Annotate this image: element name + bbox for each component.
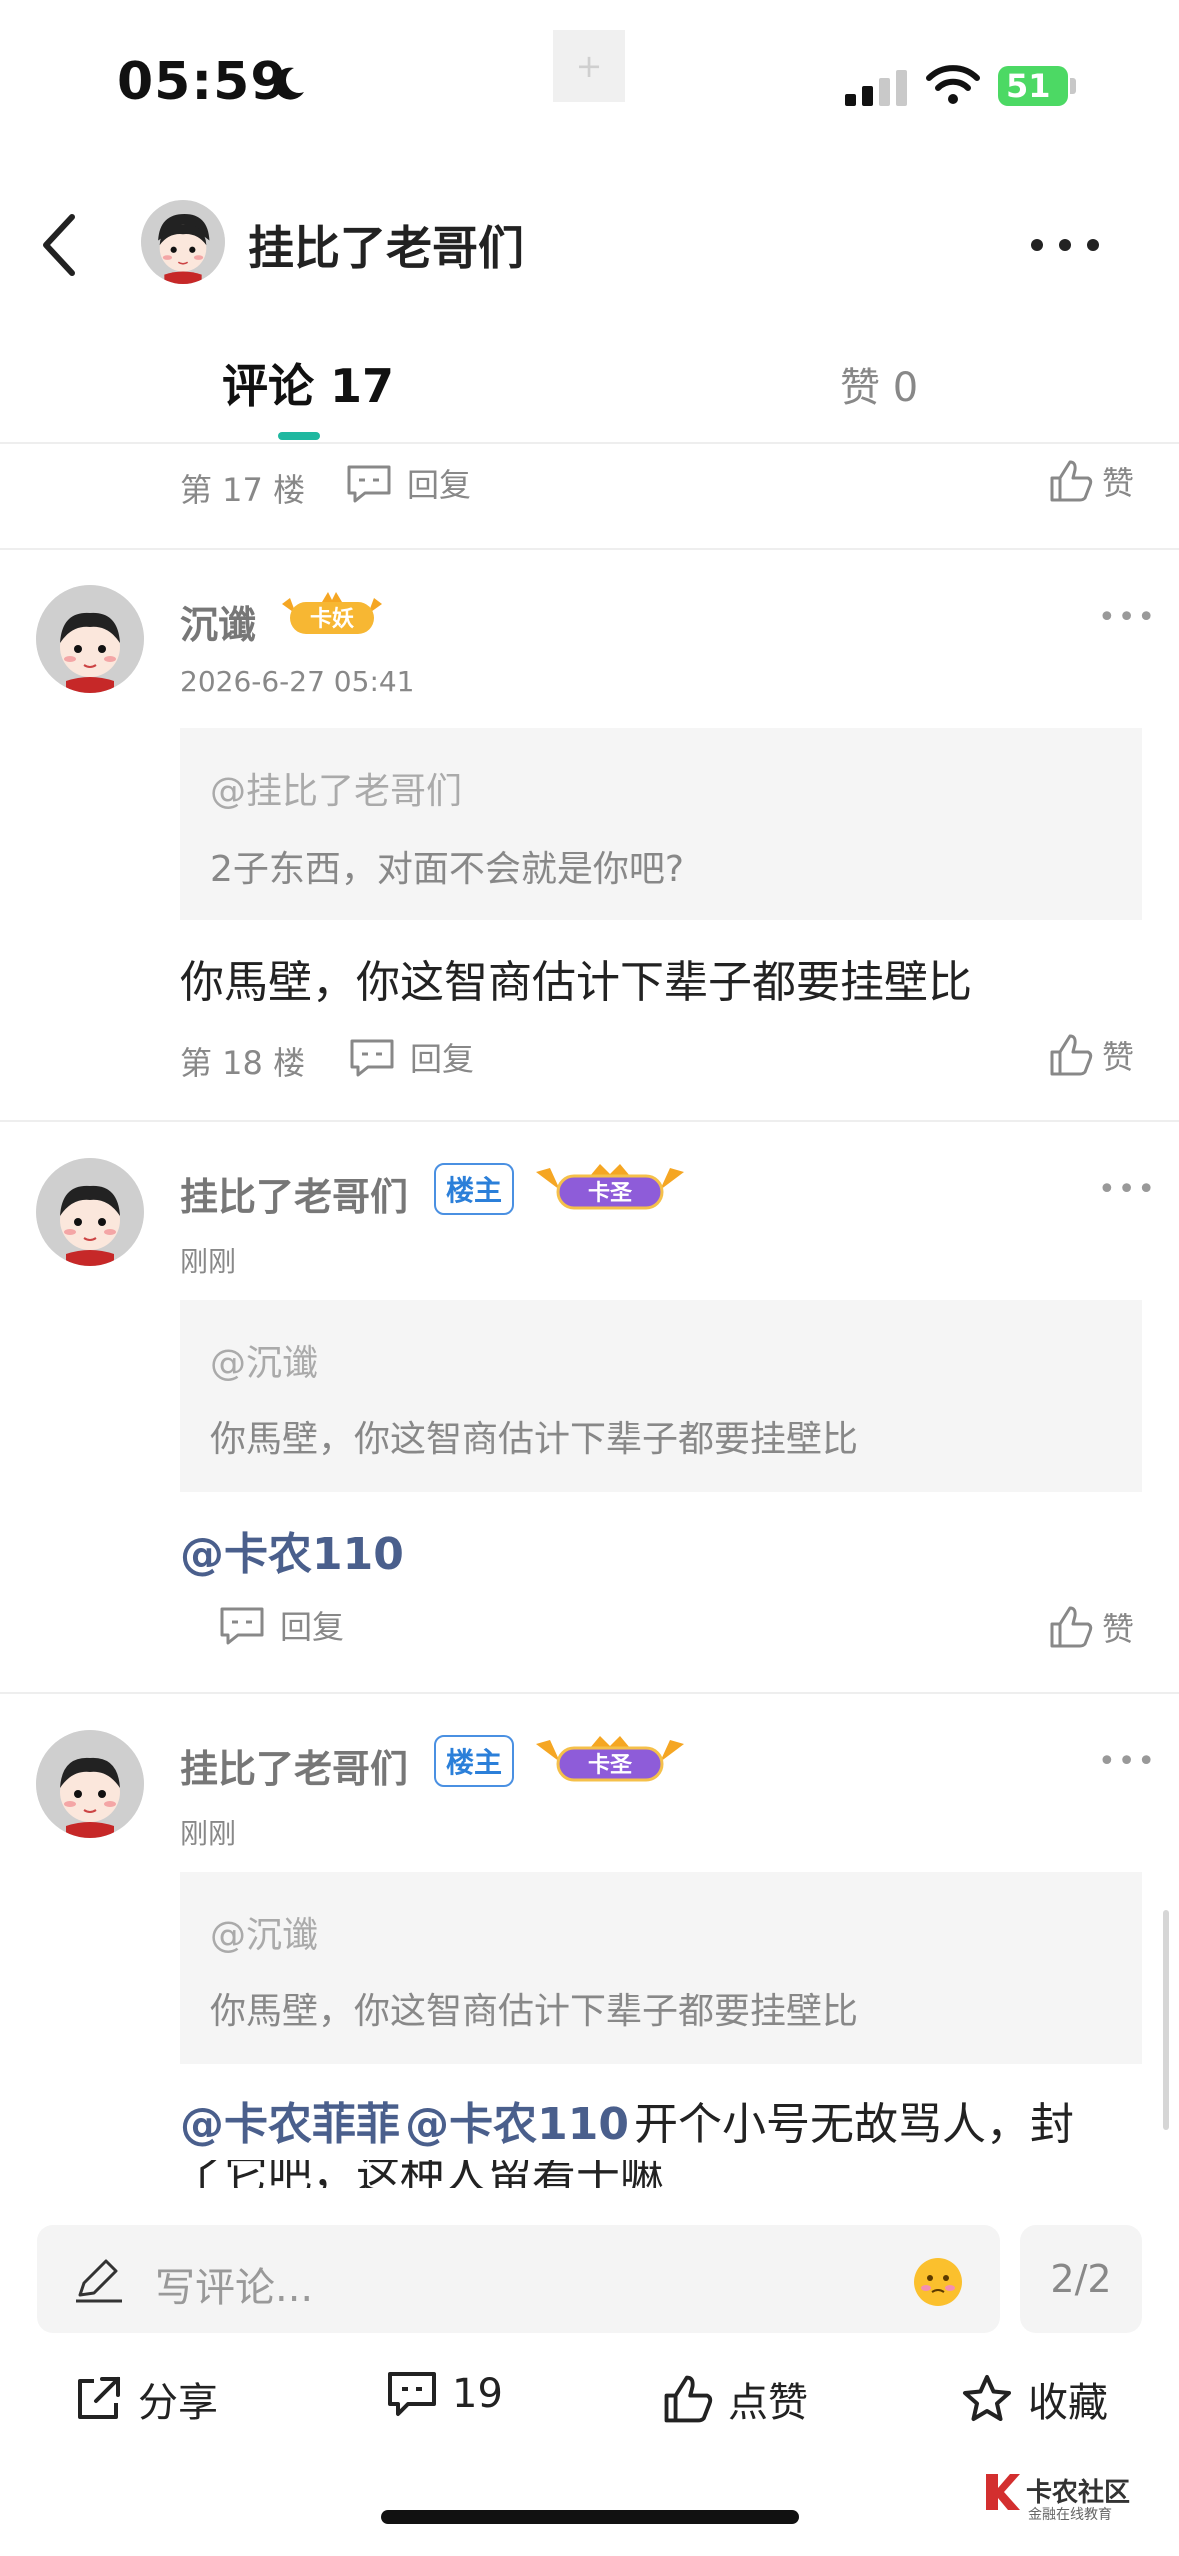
tab-active-indicator bbox=[278, 432, 320, 440]
logo-icon bbox=[986, 2474, 1020, 2510]
comments-count-button[interactable]: 19 bbox=[386, 2370, 503, 2418]
floor-number: 第 17 楼 bbox=[180, 471, 306, 509]
comment-time: 2026-6-27 05:41 bbox=[180, 665, 415, 698]
commenter-avatar[interactable] bbox=[36, 1730, 144, 1838]
reply-label: 回复 bbox=[407, 466, 472, 504]
mention-link[interactable]: @卡农菲菲 bbox=[180, 2099, 400, 2150]
comment-more-button[interactable]: ••• bbox=[1098, 1744, 1157, 1779]
reply-label: 回复 bbox=[410, 1040, 475, 1078]
wifi-icon bbox=[926, 65, 980, 104]
home-indicator[interactable] bbox=[381, 2510, 799, 2524]
comment-username[interactable]: 沉谶 bbox=[180, 594, 256, 649]
post-like-button[interactable]: 点赞 bbox=[662, 2370, 808, 2428]
quote-mention: @挂比了老哥们 bbox=[210, 771, 463, 812]
quote-block bbox=[180, 1872, 1142, 2064]
comment-input-placeholder[interactable]: 写评论... bbox=[155, 2255, 313, 2313]
comment-content-line2: 了它吧，这种人留着干嘛 bbox=[180, 2160, 664, 2188]
like-button[interactable]: 赞 bbox=[1048, 458, 1134, 504]
like-label: 赞 bbox=[1102, 1610, 1135, 1648]
reply-button[interactable]: 回复 bbox=[345, 460, 471, 506]
favorite-label: 收藏 bbox=[1028, 2380, 1108, 2426]
quote-text: 2子东西，对面不会就是你吧? bbox=[210, 849, 685, 890]
level-badge-text: 卡圣 bbox=[588, 1181, 633, 1206]
level-badge-text: 卡妖 bbox=[310, 606, 354, 632]
emoji-icon[interactable] bbox=[912, 2256, 964, 2308]
share-icon bbox=[78, 2377, 120, 2419]
reply-button[interactable]: 回复 bbox=[348, 1034, 474, 1080]
comment-divider bbox=[0, 548, 1179, 550]
level-badge: 卡圣 bbox=[530, 1734, 690, 1790]
tab-likes[interactable]: 赞 0 bbox=[840, 355, 918, 413]
reply-icon bbox=[347, 465, 391, 503]
commenter-avatar[interactable] bbox=[36, 1158, 144, 1266]
comment-time: 刚刚 bbox=[180, 1245, 237, 1278]
quote-text: 你馬壁，你这智商估计下辈子都要挂壁比 bbox=[210, 1419, 859, 1460]
floor-number: 第 18 楼 bbox=[180, 1044, 306, 1082]
quote-mention: @沉谶 bbox=[210, 1343, 319, 1384]
more-options-button[interactable] bbox=[1025, 225, 1105, 265]
cellular-signal-icon bbox=[845, 70, 907, 106]
tabs-divider bbox=[0, 442, 1179, 444]
like-button[interactable]: 赞 bbox=[1048, 1604, 1134, 1650]
comments-count: 19 bbox=[452, 2371, 503, 2417]
level-badge: 卡圣 bbox=[530, 1162, 690, 1218]
reply-button[interactable]: 回复 bbox=[218, 1602, 344, 1648]
page-title: 挂比了老哥们 bbox=[248, 221, 524, 275]
like-label: 赞 bbox=[1102, 464, 1135, 502]
quote-mention: @沉谶 bbox=[210, 1915, 319, 1956]
comment-content-clipped: 了它吧，这种人留着干嘛 bbox=[180, 2160, 1080, 2188]
battery-indicator: 51 bbox=[998, 66, 1068, 106]
battery-level: 51 bbox=[1006, 67, 1051, 105]
tab-comments[interactable]: 评论 17 bbox=[222, 350, 394, 416]
screen-overlay-icon: + bbox=[553, 30, 625, 102]
comment-more-button[interactable]: ••• bbox=[1098, 1172, 1157, 1207]
comment-divider bbox=[0, 1692, 1179, 1694]
owner-badge: 楼主 bbox=[434, 1735, 515, 1787]
comment-icon bbox=[388, 2372, 436, 2416]
comment-username[interactable]: 挂比了老哥们 bbox=[180, 1738, 408, 1793]
comment-content-line: @卡农菲菲 @卡农110 开个小号无故骂人，封 bbox=[180, 2088, 1074, 2152]
battery-tip bbox=[1070, 78, 1076, 94]
owner-badge: 楼主 bbox=[434, 1163, 515, 1215]
thumbs-up-icon bbox=[1050, 460, 1093, 502]
comment-username[interactable]: 挂比了老哥们 bbox=[180, 1166, 408, 1221]
quote-text: 你馬壁，你这智商估计下辈子都要挂壁比 bbox=[210, 1991, 859, 2032]
star-icon bbox=[963, 2375, 1011, 2421]
quote-block bbox=[180, 1300, 1142, 1492]
like-label: 赞 bbox=[1102, 1038, 1135, 1076]
level-badge-text: 卡圣 bbox=[588, 1753, 633, 1778]
level-badge: 卡妖 bbox=[278, 590, 386, 640]
like-action-label: 点赞 bbox=[728, 2380, 808, 2426]
like-button[interactable]: 赞 bbox=[1048, 1032, 1134, 1078]
mention-link[interactable]: @卡农110 bbox=[180, 1518, 404, 1582]
commenter-avatar[interactable] bbox=[36, 585, 144, 693]
comment-more-button[interactable]: ••• bbox=[1098, 600, 1157, 635]
thumbs-up-icon bbox=[1050, 1034, 1093, 1076]
comment-content: 你馬壁，你这智商估计下辈子都要挂壁比 bbox=[180, 957, 972, 1008]
comment-divider bbox=[0, 1120, 1179, 1122]
comment-content: 开个小号无故骂人，封 bbox=[634, 2099, 1075, 2150]
watermark-subtitle: 金融在线教育 bbox=[1028, 2507, 1112, 2523]
comment-time: 刚刚 bbox=[180, 1817, 237, 1850]
share-button[interactable]: 分享 bbox=[72, 2370, 218, 2428]
thumbs-up-icon bbox=[664, 2375, 713, 2423]
thumbs-up-icon bbox=[1050, 1606, 1093, 1648]
scrollbar[interactable] bbox=[1163, 1910, 1169, 2130]
status-time: 05:59 bbox=[117, 52, 288, 112]
back-button[interactable] bbox=[30, 205, 90, 285]
share-label: 分享 bbox=[138, 2380, 218, 2426]
author-avatar[interactable] bbox=[141, 200, 225, 284]
edit-icon bbox=[76, 2259, 122, 2303]
favorite-button[interactable]: 收藏 bbox=[960, 2370, 1108, 2428]
page-indicator[interactable]: 2/2 bbox=[1020, 2225, 1142, 2333]
reply-icon bbox=[220, 1607, 264, 1645]
reply-label: 回复 bbox=[280, 1608, 345, 1646]
reply-icon bbox=[350, 1039, 394, 1077]
moon-icon bbox=[274, 67, 304, 100]
mention-link[interactable]: @卡农110 bbox=[405, 2099, 629, 2150]
